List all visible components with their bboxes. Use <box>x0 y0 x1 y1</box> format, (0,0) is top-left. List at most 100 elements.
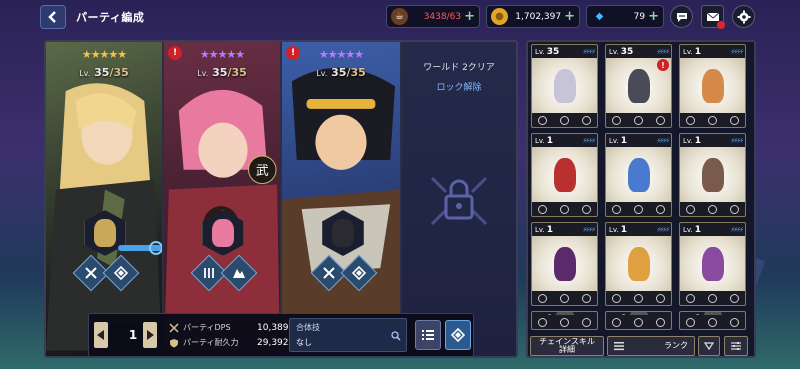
hero-attributes <box>532 291 597 305</box>
mountain-icon <box>633 293 643 303</box>
moon-icon <box>559 293 569 303</box>
coffee-icon: ☕ <box>391 8 408 25</box>
crossed-swords-icon <box>686 204 696 214</box>
roster-hero-card[interactable]: Lv. 35 ⚡⚡⚡⚡! <box>605 44 672 128</box>
diamond-icon <box>559 204 569 214</box>
prev-party-button[interactable] <box>94 322 108 348</box>
formation-button[interactable] <box>445 320 471 350</box>
hero-level: Lv.1⚡⚡⚡⚡ <box>680 134 745 147</box>
party-hp-label: パーティ耐久力 <box>183 338 239 347</box>
crossed-swords-icon <box>581 204 591 214</box>
hero-sprite <box>606 236 671 291</box>
plus-icon[interactable]: + <box>648 9 659 24</box>
moon-icon <box>581 115 591 125</box>
roster-hero-card[interactable]: Lv.1⚡⚡⚡⚡ <box>605 222 672 306</box>
roster-hero-card[interactable]: Lv.1⚡⚡⚡⚡ <box>679 222 746 306</box>
roster-hero-card[interactable]: Lv.1⚡⚡⚡⚡ <box>679 311 746 330</box>
sort-dropdown[interactable]: ランク <box>607 336 695 356</box>
hero-level: Lv.1⚡⚡⚡⚡ <box>532 223 597 236</box>
shield-icon <box>170 338 178 347</box>
hero-sprite <box>680 236 745 291</box>
bolt-icon: ⚡⚡⚡⚡ <box>582 225 596 234</box>
crossed-swords-icon <box>323 267 335 279</box>
rarity-stars: ★★★★★ <box>199 48 245 61</box>
diamond-icon <box>538 317 548 327</box>
flame-icon <box>655 204 665 214</box>
bolt-icon: ⚡⚡⚡⚡ <box>582 47 596 56</box>
bolt-icon: ⚡⚡⚡⚡ <box>730 136 744 145</box>
settings-button[interactable] <box>732 5 755 28</box>
list-icon <box>422 330 434 340</box>
roster-hero-card[interactable]: Lv.1⚡⚡⚡⚡ <box>531 311 598 330</box>
gem-counter[interactable]: ◆ 79 + <box>586 5 664 28</box>
roster-hero-card[interactable]: Lv.1⚡⚡⚡⚡ <box>605 133 672 217</box>
hero-level: Lv. 35 ⚡⚡⚡⚡ <box>532 45 597 58</box>
hero-attributes <box>532 113 597 127</box>
crossed-swords-icon <box>633 204 643 214</box>
mountain-icon <box>686 293 696 303</box>
hero-attributes <box>680 202 745 216</box>
party-info-bar: 1 パーティDPS 10,389 パーティ耐久力 29,392 合体技 なし <box>88 313 474 357</box>
combo-skill-box[interactable]: 合体技 なし <box>289 318 407 352</box>
diamond-icon <box>451 328 465 342</box>
gem-icon: ◆ <box>595 11 604 22</box>
mountain-icon <box>581 293 591 303</box>
hero-sprite <box>532 147 597 202</box>
roster-hero-card[interactable]: Lv.1⚡⚡⚡⚡ <box>531 133 598 217</box>
moon-icon <box>686 115 696 125</box>
search-icon <box>391 331 401 341</box>
crossed-swords-icon <box>729 293 739 303</box>
plus-icon[interactable]: + <box>464 9 475 24</box>
diamond-icon <box>729 115 739 125</box>
mountain-icon <box>707 115 717 125</box>
diamond-icon <box>707 293 717 303</box>
hero-sprite <box>532 236 597 291</box>
party-slot-locked[interactable]: ワールド 2クリア ロック解除 <box>402 42 516 356</box>
chain-skill-detail-button[interactable]: チェインスキル 詳細 <box>530 336 604 356</box>
mountain-icon <box>538 204 548 214</box>
sort-order-button[interactable] <box>698 336 720 356</box>
stamina-counter[interactable]: ☕ 3438/63 + <box>386 5 480 28</box>
unlock-label: ロック解除 <box>436 83 482 93</box>
bolt-icon: ⚡⚡⚡⚡ <box>656 47 670 56</box>
moon-icon <box>655 317 665 327</box>
list-view-button[interactable] <box>415 320 441 350</box>
chat-button[interactable] <box>670 5 693 28</box>
plus-icon[interactable]: + <box>564 9 575 24</box>
flame-icon <box>707 204 717 214</box>
next-party-button[interactable] <box>143 322 157 348</box>
flame-icon <box>633 317 643 327</box>
bolt-icon: ⚡⚡⚡⚡ <box>730 225 744 234</box>
roster-hero-card[interactable]: Lv.1⚡⚡⚡⚡ <box>679 44 746 128</box>
moon-icon <box>707 317 717 327</box>
diamond-shield-icon <box>114 266 128 280</box>
roster-hero-card[interactable]: Lv.1⚡⚡⚡⚡ <box>679 133 746 217</box>
triangle-down-icon <box>704 342 714 351</box>
chevron-left-icon <box>48 11 56 23</box>
bolt-icon: ⚡⚡⚡⚡ <box>656 225 670 234</box>
crossed-swords-icon <box>85 267 97 279</box>
back-button[interactable] <box>40 5 66 29</box>
party-slot-1[interactable]: ★★★★★ Lv. 35/35 <box>46 42 164 356</box>
hero-sprite <box>532 58 597 113</box>
party-slot-3[interactable]: ! ★★★★★ Lv. 35/35 <box>282 42 402 356</box>
hero-level: Lv.1⚡⚡⚡⚡ <box>606 223 671 236</box>
crossed-swords-icon <box>169 322 179 333</box>
roster-hero-card[interactable]: Lv.1⚡⚡⚡⚡ <box>531 222 598 306</box>
moon-icon <box>633 115 643 125</box>
mail-button[interactable] <box>701 5 725 29</box>
moon-icon <box>612 293 622 303</box>
top-bar: パーティ編成 ☕ 3438/63 + ● 1,702,397 + ◆ 79 + <box>0 0 800 34</box>
svg-text:武: 武 <box>256 164 269 179</box>
party-slot-2[interactable]: 武 ! ★★★★★ Lv. 35/35 <box>164 42 282 356</box>
crossed-swords-icon <box>538 115 548 125</box>
bolt-icon: ⚡⚡⚡⚡ <box>730 47 744 56</box>
gold-counter[interactable]: ● 1,702,397 + <box>486 5 580 28</box>
level-display: Lv. 35/35 <box>197 66 247 79</box>
roster-hero-card[interactable]: Lv. 35 ⚡⚡⚡⚡ <box>531 44 598 128</box>
filter-button[interactable] <box>724 336 748 356</box>
roster-hero-card[interactable]: Lv.1⚡⚡⚡⚡ <box>605 311 672 330</box>
bolt-icon: ⚡⚡⚡⚡ <box>582 136 596 145</box>
weapon-icon <box>118 241 162 255</box>
chat-icon <box>676 12 687 22</box>
